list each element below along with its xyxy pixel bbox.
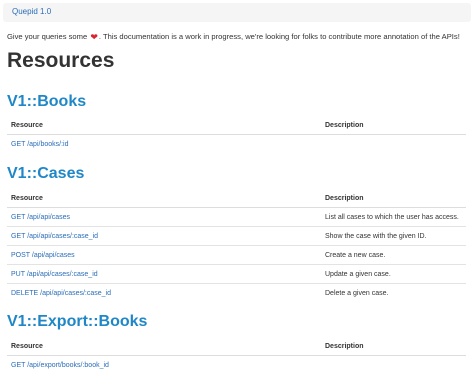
section-title-cases: V1::Cases	[7, 165, 85, 182]
description-column-header: Description	[321, 190, 466, 208]
table-header-row: Resource Description	[7, 190, 466, 208]
api-docs-page: Quepid 1.0 Give your queries some ❤. Thi…	[0, 0, 474, 379]
cases-resource-table: Resource Description GET /api/api/cases …	[7, 190, 466, 302]
resource-column-header: Resource	[7, 190, 321, 208]
table-header-row: Resource Description	[7, 117, 466, 135]
intro-text-after: . This documentation is a work in progre…	[98, 32, 460, 41]
resource-description	[321, 134, 466, 153]
section-title-books: V1::Books	[7, 93, 87, 110]
resource-column-header: Resource	[7, 338, 321, 356]
heart-icon: ❤	[90, 32, 98, 42]
table-row: GET /api/api/cases List all cases to whi…	[7, 207, 466, 227]
table-header-row: Resource Description	[7, 338, 466, 356]
export-books-resource-table: Resource Description GET /api/export/boo…	[7, 338, 466, 374]
resource-link[interactable]: GET /api/api/cases	[11, 214, 70, 221]
intro-text: Give your queries some ❤. This documenta…	[7, 32, 460, 42]
resource-link[interactable]: POST /api/api/cases	[11, 252, 75, 259]
table-row: PUT /api/api/cases/:case_id Update a giv…	[7, 264, 466, 284]
table-row: GET /api/books/:id	[7, 134, 466, 153]
table-row: GET /api/api/cases/:case_id Show the cas…	[7, 226, 466, 246]
resource-description	[321, 355, 466, 374]
breadcrumb-link-quepid[interactable]: Quepid 1.0	[12, 7, 51, 16]
books-resource-table: Resource Description GET /api/books/:id	[7, 117, 466, 153]
resource-description: Show the case with the given ID.	[321, 226, 466, 246]
page-title: Resources	[7, 49, 115, 72]
table-row: POST /api/api/cases Create a new case.	[7, 245, 466, 265]
resource-column-header: Resource	[7, 117, 321, 135]
resource-link[interactable]: GET /api/books/:id	[11, 141, 68, 148]
section-title-export-books: V1::Export::Books	[7, 313, 148, 330]
resource-description: Create a new case.	[321, 245, 466, 265]
resource-description: Update a given case.	[321, 264, 466, 284]
intro-text-before: Give your queries some	[7, 32, 88, 41]
table-row: GET /api/export/books/:book_id	[7, 355, 466, 374]
resource-link[interactable]: PUT /api/api/cases/:case_id	[11, 271, 98, 278]
resource-link[interactable]: GET /api/export/books/:book_id	[11, 362, 109, 369]
table-row: DELETE /api/api/cases/:case_id Delete a …	[7, 283, 466, 302]
resource-description: Delete a given case.	[321, 283, 466, 302]
resource-description: List all cases to which the user has acc…	[321, 207, 466, 227]
resource-link[interactable]: DELETE /api/api/cases/:case_id	[11, 290, 111, 297]
breadcrumb: Quepid 1.0	[3, 3, 471, 22]
description-column-header: Description	[321, 117, 466, 135]
resource-link[interactable]: GET /api/api/cases/:case_id	[11, 233, 98, 240]
description-column-header: Description	[321, 338, 466, 356]
